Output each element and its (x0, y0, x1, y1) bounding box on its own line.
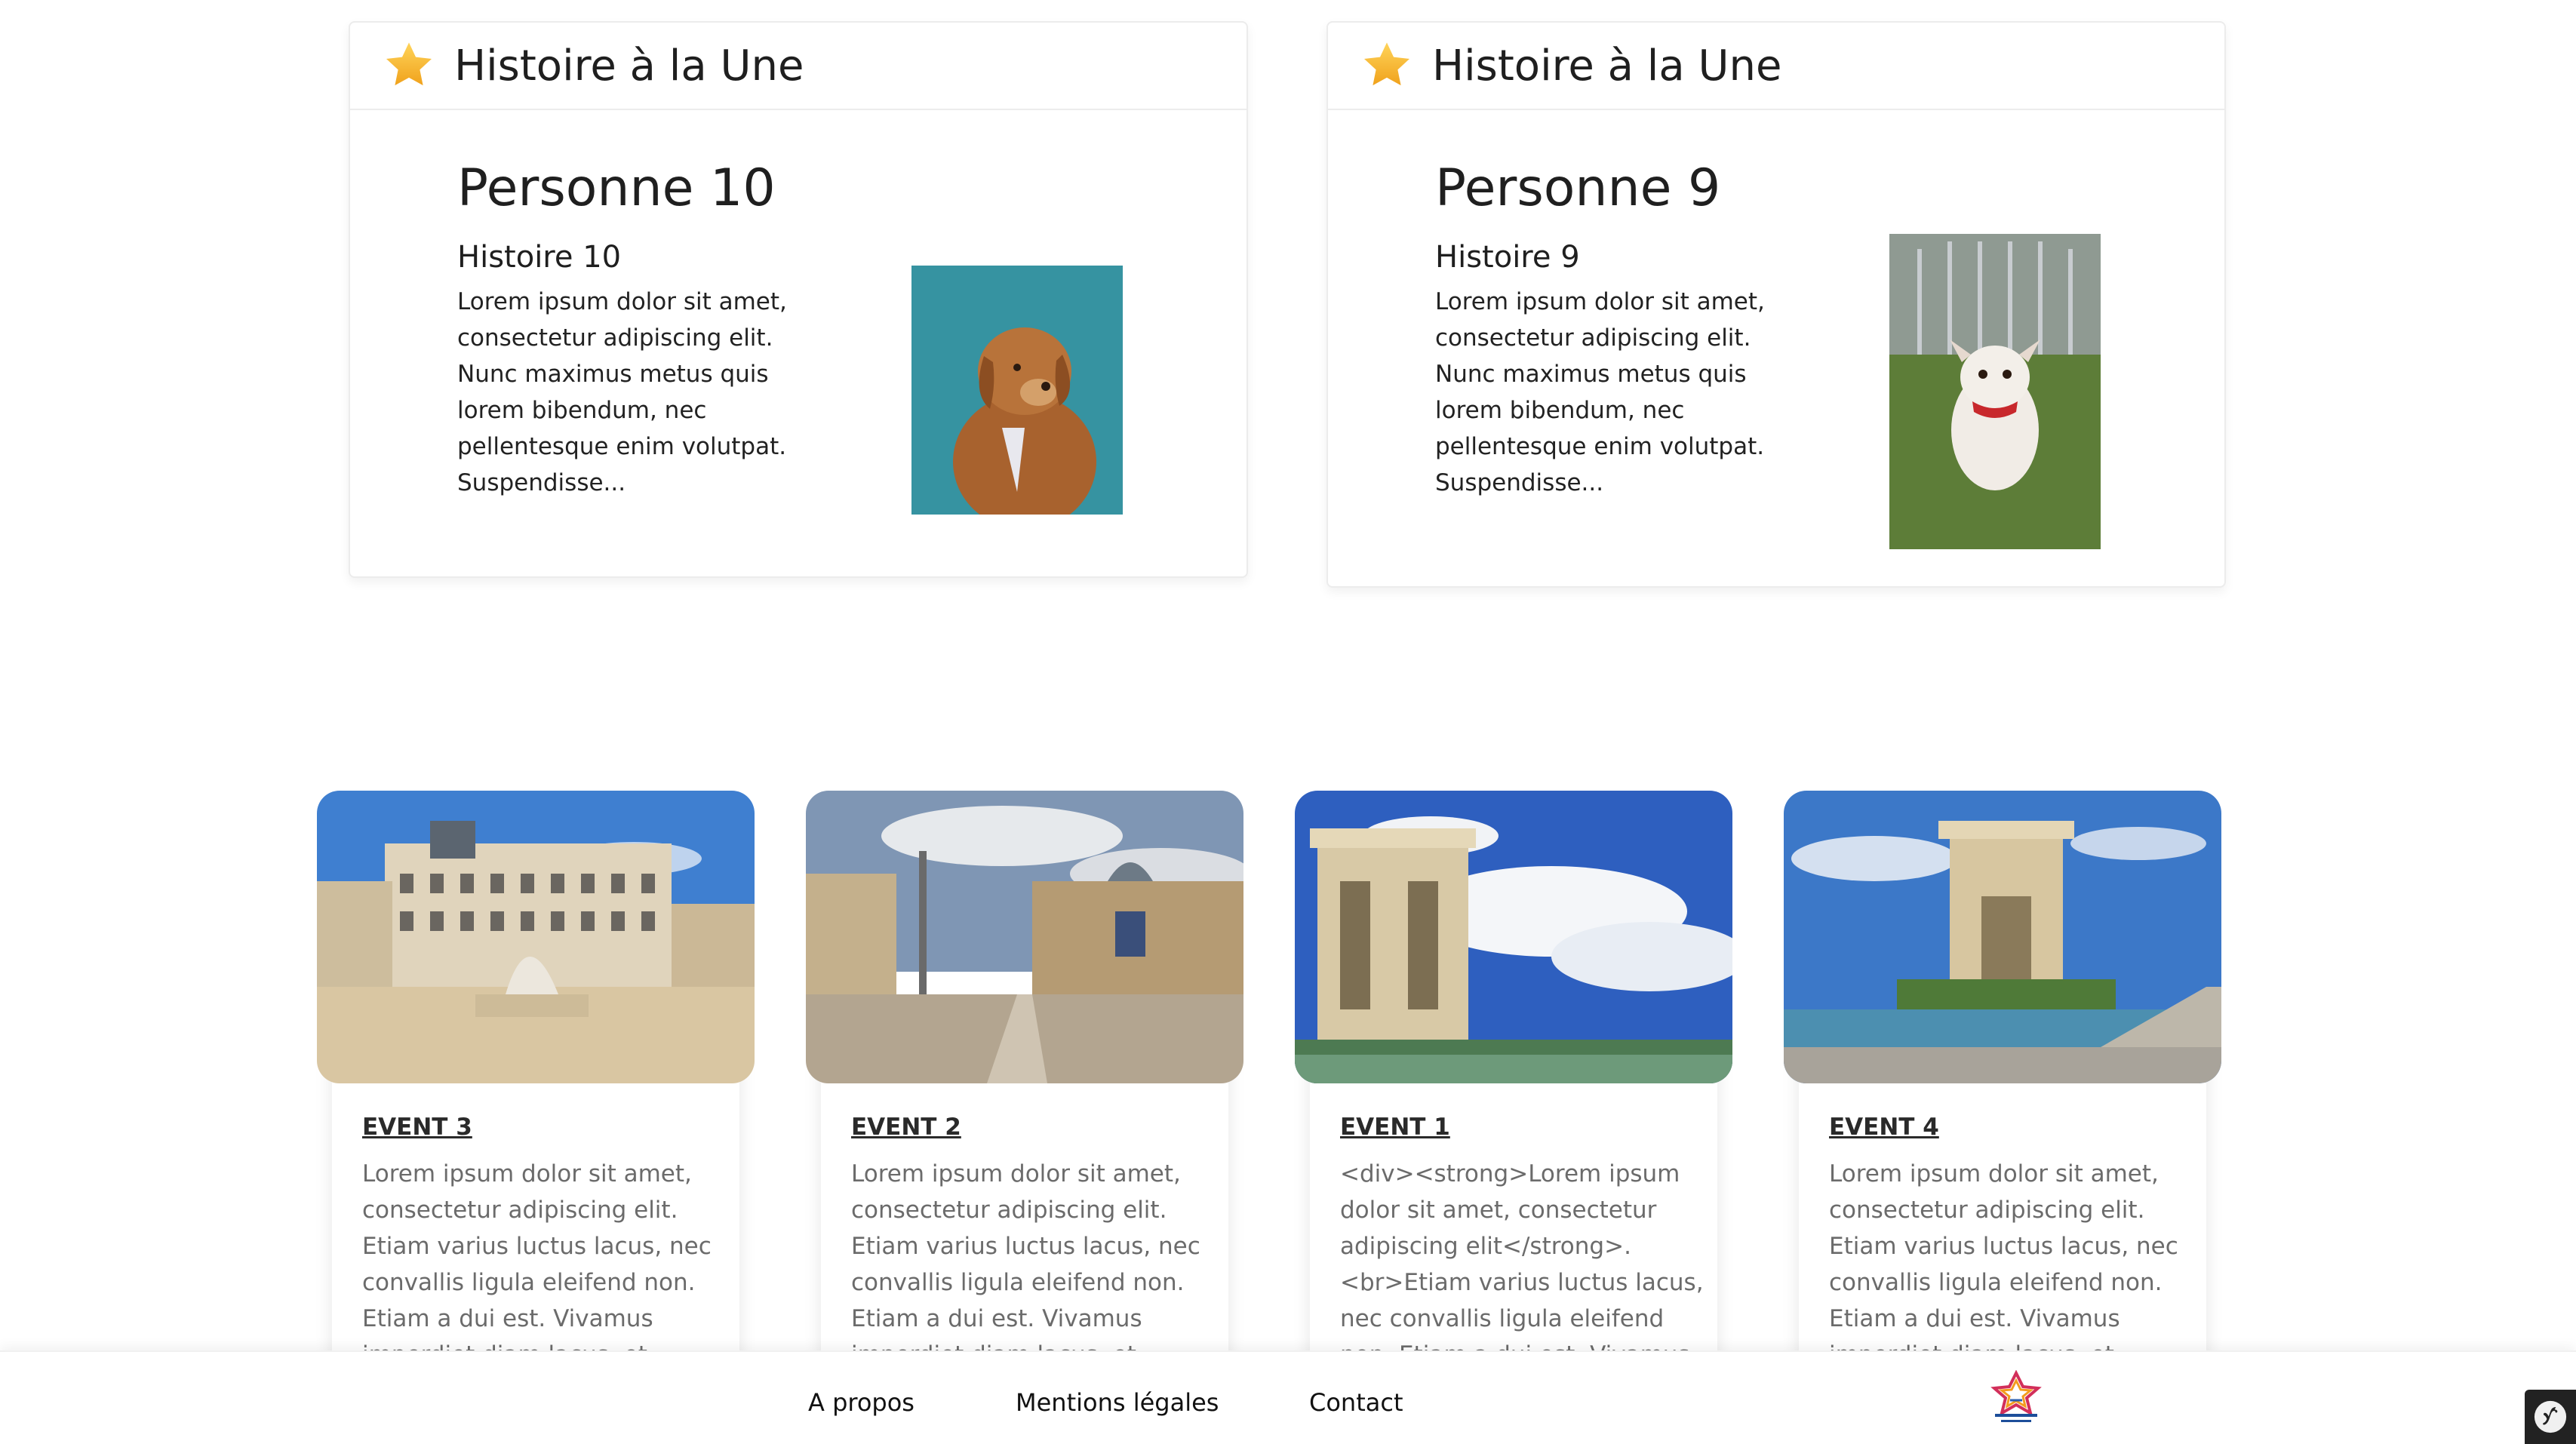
story-body: Personne 9 Histoire 9 Lorem ipsum dolor … (1435, 163, 1767, 501)
event-title-link[interactable]: EVENT 1 (1340, 1114, 1450, 1141)
story-card-header: Histoire à la Une (1328, 23, 2224, 110)
star-icon (1364, 42, 1409, 86)
event-card[interactable]: EVENT 4 Lorem ipsum dolor sit amet, cons… (1784, 791, 2221, 1369)
event-card[interactable]: EVENT 2 Lorem ipsum dolor sit amet, cons… (806, 791, 1243, 1369)
symfony-debug-toolbar-toggle[interactable] (2525, 1390, 2576, 1444)
featured-story-card: Histoire à la Une Personne 10 Histoire 1… (349, 21, 1248, 578)
water-tower-clouds-photo[interactable] (1295, 791, 1732, 1083)
event-title-link[interactable]: EVENT 4 (1829, 1114, 1939, 1141)
event-description: Lorem ipsum dolor sit amet, consectetur … (851, 1160, 1200, 1369)
footer-link-contact[interactable]: Contact (1309, 1388, 1403, 1417)
event-title-link[interactable]: EVENT 3 (362, 1114, 472, 1141)
opera-square-photo[interactable] (806, 791, 1243, 1083)
story-card-heading: Histoire à la Une (1432, 41, 1782, 91)
symfony-icon (2534, 1400, 2567, 1433)
story-card-header: Histoire à la Une (350, 23, 1247, 110)
white-dog-on-grass-photo (1889, 234, 2101, 549)
story-excerpt: Lorem ipsum dolor sit amet, consectetur … (1435, 288, 1765, 496)
footer-link-about[interactable]: A propos (808, 1388, 915, 1417)
story-person-name: Personne 9 (1435, 158, 1721, 218)
story-card-heading: Histoire à la Une (454, 41, 804, 91)
story-excerpt: Lorem ipsum dolor sit amet, consectetur … (457, 288, 787, 496)
story-body: Personne 10 Histoire 10 Lorem ipsum dolo… (457, 163, 789, 501)
footer: A propos Mentions légales Contact (0, 1350, 2576, 1444)
featured-story-card: Histoire à la Une Personne 9 Histoire 9 … (1326, 21, 2226, 588)
event-description: Lorem ipsum dolor sit amet, consectetur … (362, 1160, 712, 1369)
footer-link-legal[interactable]: Mentions légales (1016, 1388, 1219, 1417)
page: Histoire à la Une Personne 10 Histoire 1… (0, 0, 2576, 1444)
star-icon (386, 42, 432, 86)
water-tower-pond-photo[interactable] (1784, 791, 2221, 1083)
event-card[interactable]: EVENT 3 Lorem ipsum dolor sit amet, cons… (317, 791, 755, 1369)
event-description: Lorem ipsum dolor sit amet, consectetur … (1829, 1160, 2178, 1369)
story-title: Histoire 10 (457, 240, 622, 275)
montpellier-metropole-logo[interactable] (1989, 1370, 2043, 1427)
brown-puppy-photo (911, 266, 1123, 515)
story-title: Histoire 9 (1435, 240, 1580, 275)
event-card[interactable]: EVENT 1 <div><strong>Lorem ipsum dolor s… (1295, 791, 1732, 1369)
place-de-la-comedie-fountain-photo[interactable] (317, 791, 755, 1083)
event-title-link[interactable]: EVENT 2 (851, 1114, 961, 1141)
story-person-name: Personne 10 (457, 158, 776, 218)
event-description: <div><strong>Lorem ipsum dolor sit amet,… (1340, 1160, 1704, 1369)
